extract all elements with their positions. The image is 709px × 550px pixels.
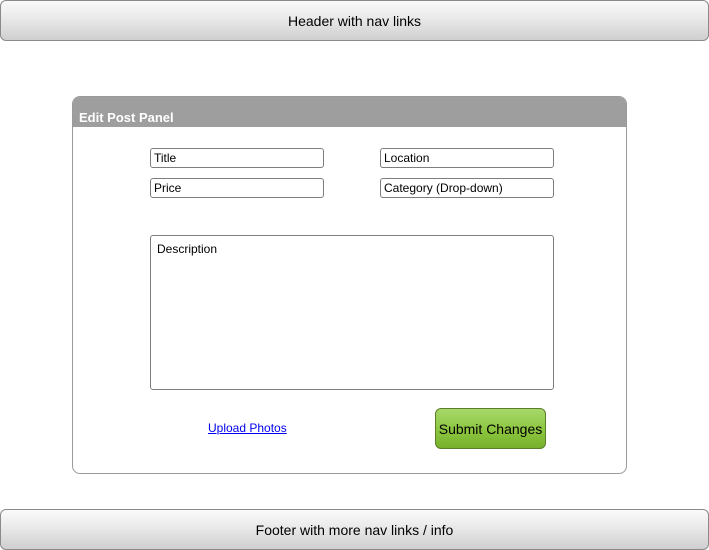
- footer-text: Footer with more nav links / info: [255, 521, 454, 538]
- description-field[interactable]: [150, 235, 554, 390]
- panel-title: Edit Post Panel: [73, 97, 626, 127]
- upload-photos-link[interactable]: Upload Photos: [208, 421, 287, 435]
- header-bar: Header with nav links: [0, 0, 709, 41]
- header-text: Header with nav links: [287, 12, 422, 29]
- edit-post-panel: Edit Post Panel Upload Photos Submit Cha…: [72, 96, 627, 474]
- submit-changes-button[interactable]: Submit Changes: [435, 408, 546, 449]
- title-field[interactable]: [150, 148, 324, 168]
- footer-bar: Footer with more nav links / info: [0, 509, 709, 550]
- category-dropdown[interactable]: [380, 178, 554, 198]
- location-field[interactable]: [380, 148, 554, 168]
- price-field[interactable]: [150, 178, 324, 198]
